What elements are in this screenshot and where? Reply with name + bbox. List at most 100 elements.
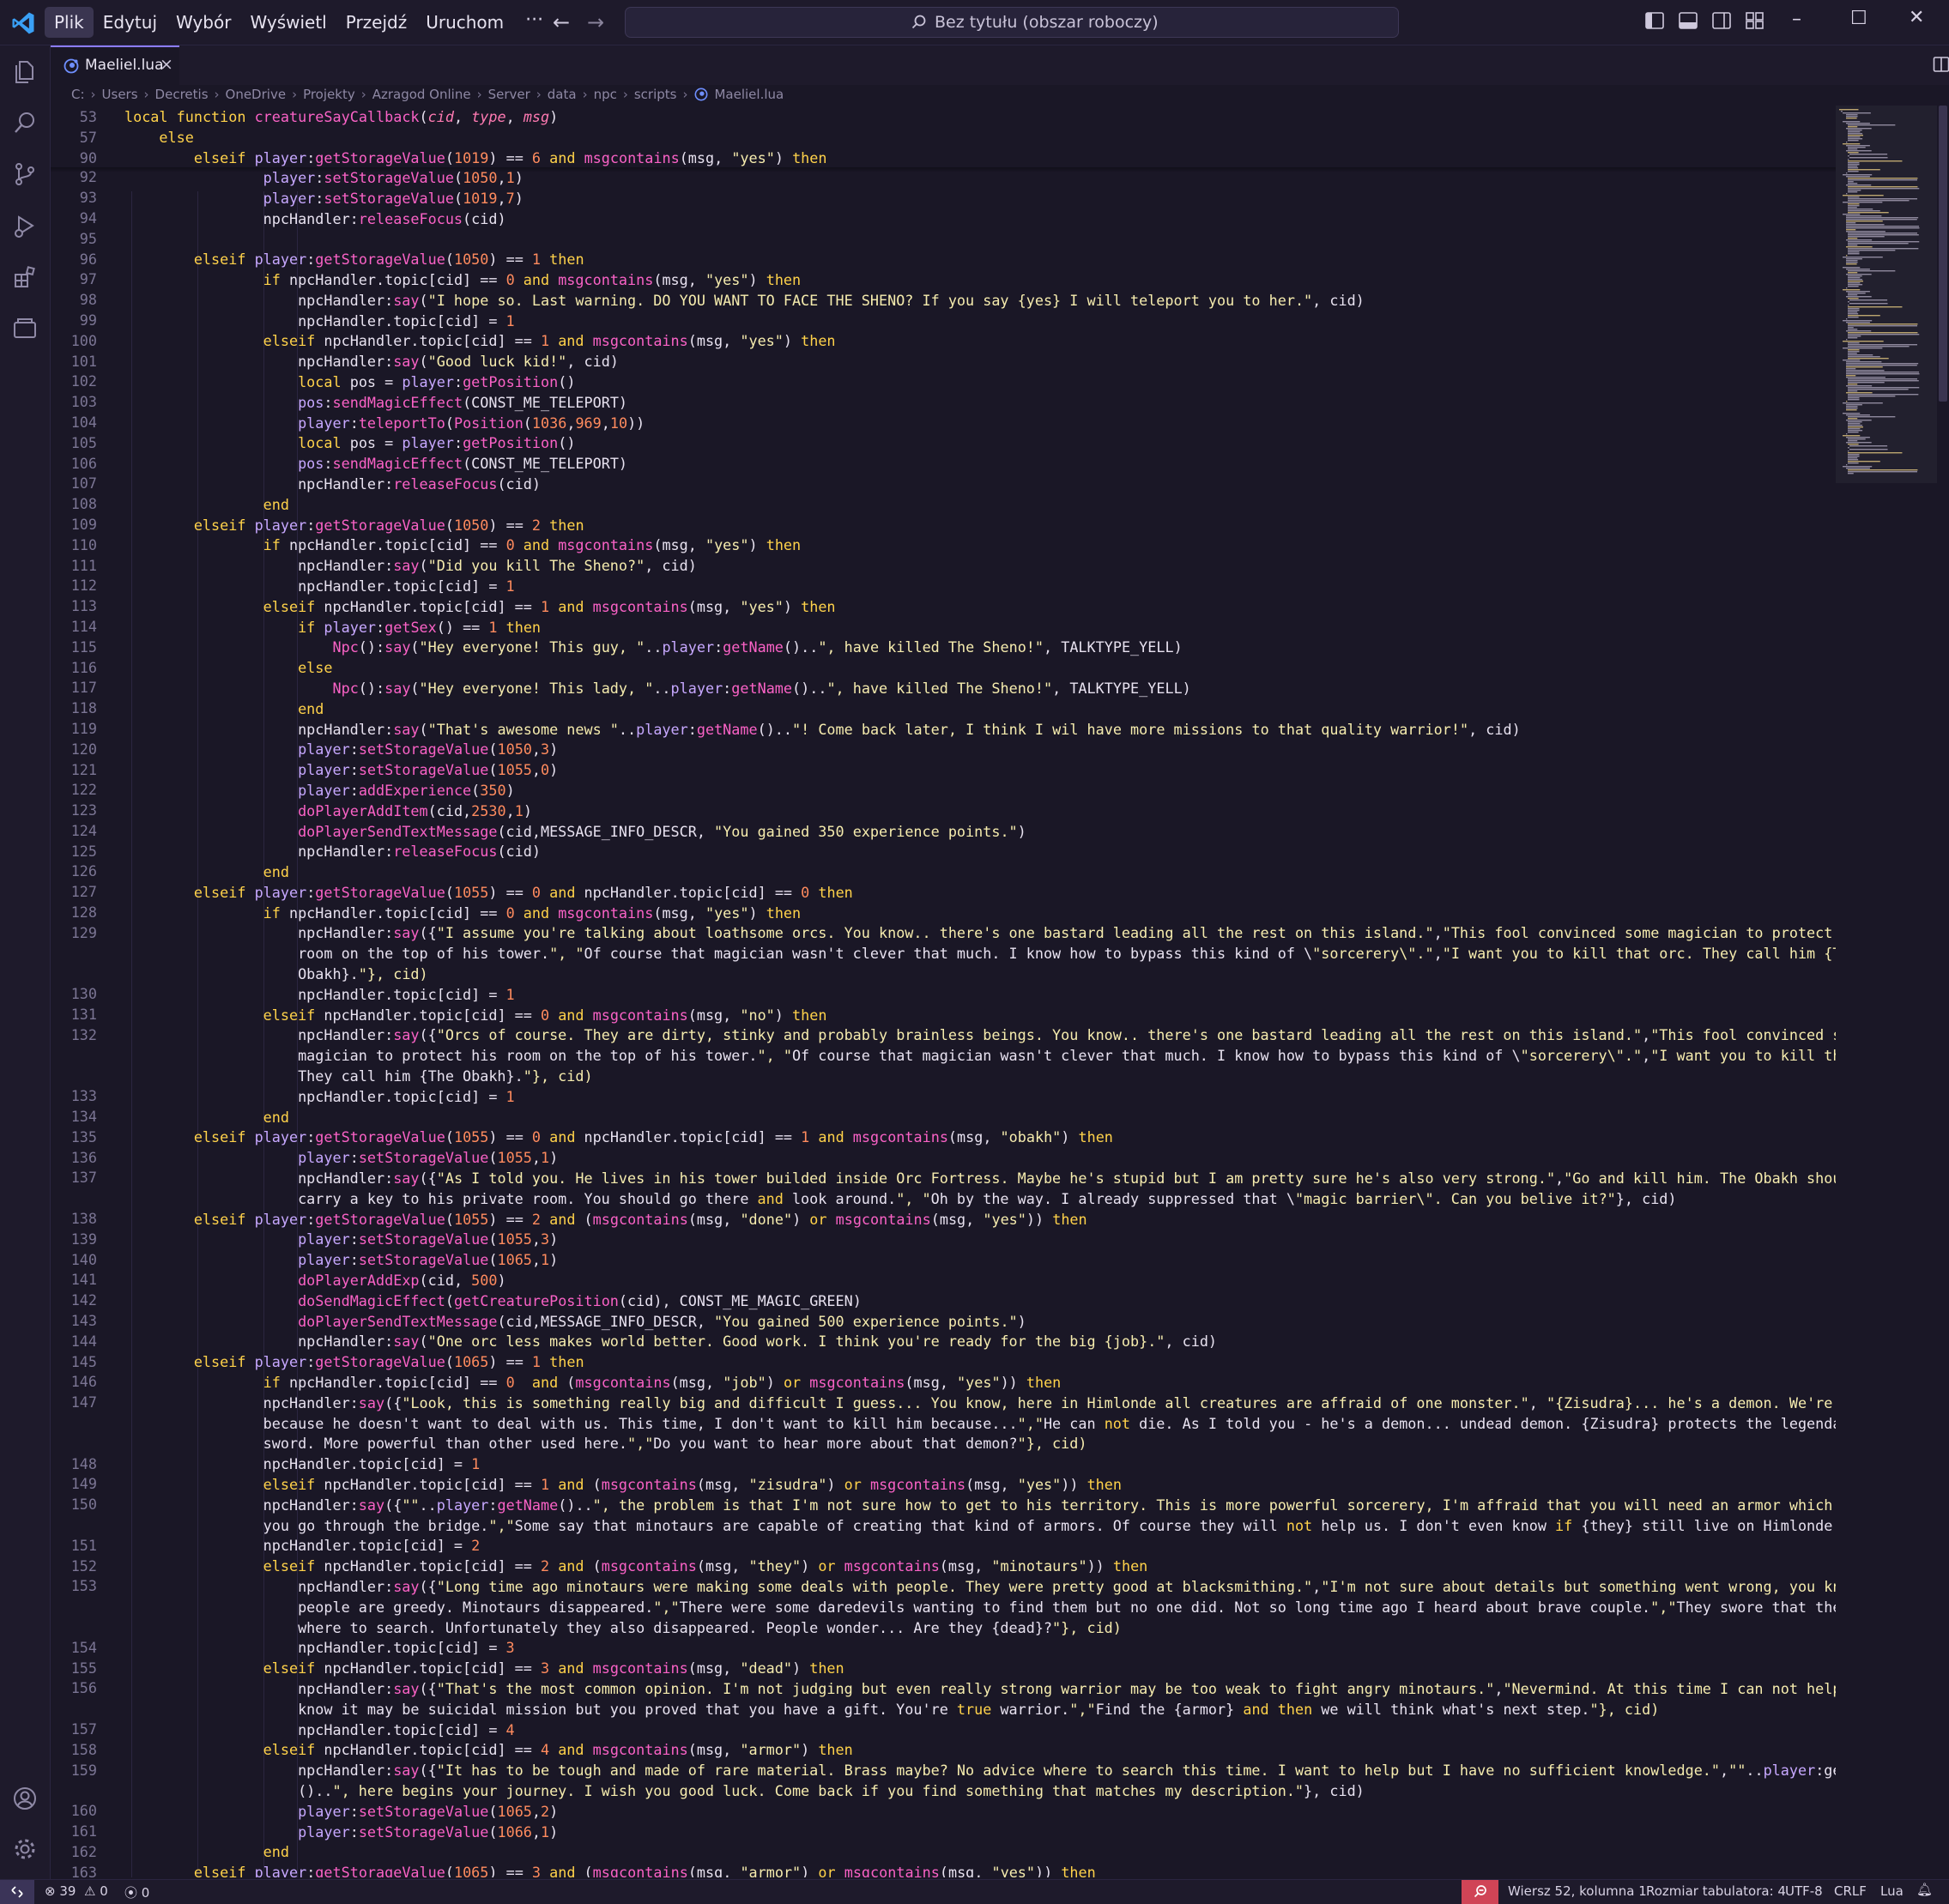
menu-edit[interactable]: Edytuj [94, 7, 166, 38]
code-line[interactable]: npcHandler:releaseFocus(cid) [124, 842, 1836, 862]
code-line[interactable]: player:setStorageValue(1066,1) [124, 1822, 1836, 1843]
code-line[interactable]: elseif npcHandler.topic[cid] == 2 and (m… [124, 1556, 1836, 1577]
close-window-icon[interactable]: ✕ [1909, 7, 1924, 28]
breadcrumb-item[interactable]: OneDrive [226, 87, 287, 102]
code-line[interactable]: elseif npcHandler.topic[cid] == 1 and (m… [124, 1475, 1836, 1496]
code-line[interactable]: doPlayerAddExp(cid, 500) [124, 1271, 1836, 1291]
code-line[interactable]: elseif player:getStorageValue(1055) == 0… [124, 883, 1836, 904]
code-line[interactable]: npcHandler:say("I hope so. Last warning.… [124, 291, 1836, 311]
code-line[interactable]: npcHandler:say("That's awesome news "..p… [124, 720, 1836, 740]
code-line[interactable]: doSendMagicEffect(getCreaturePosition(ci… [124, 1291, 1836, 1312]
code-line[interactable]: elseif npcHandler.topic[cid] == 1 and ms… [124, 597, 1836, 618]
zoom-reset-button[interactable] [1462, 1880, 1498, 1904]
code-line[interactable]: npcHandler.topic[cid] = 1 [124, 577, 1836, 597]
code-line[interactable]: because he doesn't want to deal with us.… [124, 1414, 1836, 1435]
code-line[interactable]: Npc():say("Hey everyone! This guy, "..pl… [124, 638, 1836, 658]
menu-file[interactable]: Plik [45, 7, 94, 38]
code-line[interactable]: player:addExperience(350) [124, 781, 1836, 801]
code-line[interactable]: elseif npcHandler.topic[cid] == 3 and ms… [124, 1659, 1836, 1679]
breadcrumb-item[interactable]: npc [594, 87, 617, 102]
forward-arrow-icon[interactable]: → [587, 10, 604, 34]
command-center[interactable]: Bez tytułu (obszar roboczy) [625, 7, 1399, 38]
back-arrow-icon[interactable]: ← [553, 10, 570, 34]
code-line[interactable]: npcHandler:say({"Long time ago minotaurs… [124, 1577, 1836, 1598]
code-line[interactable]: end [124, 495, 1836, 516]
code-line[interactable]: elseif player:getStorageValue(1055) == 2… [124, 1210, 1836, 1230]
menu-more-button[interactable]: ··· [513, 7, 555, 38]
code-line[interactable]: if npcHandler.topic[cid] == 0 and msgcon… [124, 904, 1836, 924]
code-line[interactable]: pos:sendMagicEffect(CONST_ME_TELEPORT) [124, 454, 1836, 474]
code-line[interactable]: elseif player:getStorageValue(1055) == 0… [124, 1127, 1836, 1148]
code-line[interactable]: room on the top of his tower.", "Of cour… [124, 944, 1836, 964]
code-line[interactable]: player:setStorageValue(1065,2) [124, 1802, 1836, 1822]
cursor-position[interactable]: Wiersz 52, kolumna 1 [1508, 1883, 1647, 1899]
menu-selection[interactable]: Wybór [166, 7, 240, 38]
code-line[interactable]: npcHandler:say({"I assume you're talking… [124, 923, 1836, 944]
code-line[interactable]: player:setStorageValue(1065,1) [124, 1250, 1836, 1271]
breadcrumb-item[interactable]: data [548, 87, 577, 102]
code-line[interactable]: npcHandler.topic[cid] = 4 [124, 1720, 1836, 1741]
code-line[interactable]: ()..", here begins your journey. I wish … [124, 1781, 1836, 1802]
code-line[interactable]: player:setStorageValue(1055,0) [124, 760, 1836, 781]
notifications-bell-icon[interactable]: 🔔︎ [1916, 1882, 1933, 1897]
ports-indicator[interactable]: ⦿ 0 [124, 1883, 149, 1901]
code-line[interactable]: end [124, 862, 1836, 883]
menu-view[interactable]: Wyświetl [240, 7, 336, 38]
minimap-slider[interactable] [1836, 106, 1937, 483]
code-line[interactable]: Obakh}."}, cid) [124, 964, 1836, 985]
code-line[interactable]: elseif player:getStorageValue(1065) == 1… [124, 1352, 1836, 1373]
source-control-icon[interactable] [11, 160, 39, 188]
toggle-primary-sidebar-icon[interactable] [1645, 12, 1664, 29]
code-line[interactable]: npcHandler:say({"Look, this is something… [124, 1393, 1836, 1414]
code-line[interactable]: elseif npcHandler.topic[cid] == 4 and ms… [124, 1740, 1836, 1761]
breadcrumb-item[interactable]: scripts [634, 87, 677, 102]
minimize-icon[interactable]: – [1792, 9, 1801, 30]
settings-gear-icon[interactable] [11, 1835, 39, 1863]
code-line[interactable]: player:teleportTo(Position(1036,969,10)) [124, 414, 1836, 434]
toggle-panel-icon[interactable] [1679, 12, 1698, 29]
menu-go[interactable]: Przejdź [336, 7, 416, 38]
code-line[interactable]: carry a key to his private room. You sho… [124, 1189, 1836, 1210]
code-line[interactable]: npcHandler:say({"That's the most common … [124, 1679, 1836, 1700]
code-line[interactable]: elseif player:getStorageValue(1050) == 1… [124, 250, 1836, 270]
remote-explorer-icon[interactable] [11, 315, 39, 342]
code-line[interactable]: doPlayerAddItem(cid,2530,1) [124, 801, 1836, 822]
code-line[interactable]: npcHandler.topic[cid] = 3 [124, 1638, 1836, 1659]
code-line[interactable]: if npcHandler.topic[cid] == 0 and msgcon… [124, 270, 1836, 291]
remote-indicator-button[interactable] [0, 1880, 34, 1904]
encoding-setting[interactable]: UTF-8 [1785, 1883, 1823, 1899]
search-view-icon[interactable] [11, 109, 39, 136]
code-line[interactable]: local function creatureSayCallback(cid, … [124, 107, 827, 128]
code-line[interactable]: if player:getSex() == 1 then [124, 618, 1836, 638]
sticky-scroll-lines[interactable]: local function creatureSayCallback(cid, … [124, 107, 827, 168]
code-line[interactable]: npcHandler:say({"Orcs of course. They ar… [124, 1025, 1836, 1046]
split-editor-icon[interactable] [1933, 56, 1949, 73]
customize-layout-icon[interactable] [1746, 12, 1764, 29]
code-line[interactable]: if npcHandler.topic[cid] == 0 and msgcon… [124, 535, 1836, 556]
breadcrumb-item[interactable]: Azragod Online [372, 87, 471, 102]
breadcrumb-item[interactable]: Server [488, 87, 530, 102]
maximize-icon[interactable]: ☐ [1850, 8, 1867, 29]
run-and-debug-icon[interactable] [11, 212, 39, 239]
code-line[interactable]: npcHandler:say("Good luck kid!", cid) [124, 352, 1836, 372]
code-line[interactable] [124, 229, 1836, 250]
code-line[interactable]: player:setStorageValue(1050,1) [124, 168, 1836, 189]
code-line[interactable]: else [124, 128, 827, 148]
code-line[interactable]: player:setStorageValue(1055,1) [124, 1148, 1836, 1169]
code-line[interactable]: player:setStorageValue(1019,7) [124, 189, 1836, 209]
breadcrumb-item[interactable]: Maeliel.lua [714, 87, 784, 102]
minimap[interactable] [1836, 106, 1937, 1877]
code-line[interactable]: else [124, 658, 1836, 679]
extensions-icon[interactable] [11, 263, 39, 291]
eol-setting[interactable]: CRLF [1834, 1883, 1867, 1899]
code-line[interactable]: you go through the bridge.","Some say th… [124, 1516, 1836, 1537]
code-line[interactable]: player:setStorageValue(1055,3) [124, 1230, 1836, 1250]
code-line[interactable]: know it may be suicidal mission but you … [124, 1700, 1836, 1720]
code-line[interactable]: elseif player:getStorageValue(1065) == 3… [124, 1863, 1836, 1877]
code-lines[interactable]: player:setStorageValue(1050,1) player:se… [124, 168, 1836, 1877]
code-line[interactable]: elseif npcHandler.topic[cid] == 1 and ms… [124, 331, 1836, 352]
code-line[interactable]: doPlayerSendTextMessage(cid,MESSAGE_INFO… [124, 1312, 1836, 1333]
code-line[interactable]: sword. More powerful than other used her… [124, 1434, 1836, 1454]
code-line[interactable]: npcHandler:say({"It has to be tough and … [124, 1761, 1836, 1781]
code-line[interactable]: end [124, 699, 1836, 720]
